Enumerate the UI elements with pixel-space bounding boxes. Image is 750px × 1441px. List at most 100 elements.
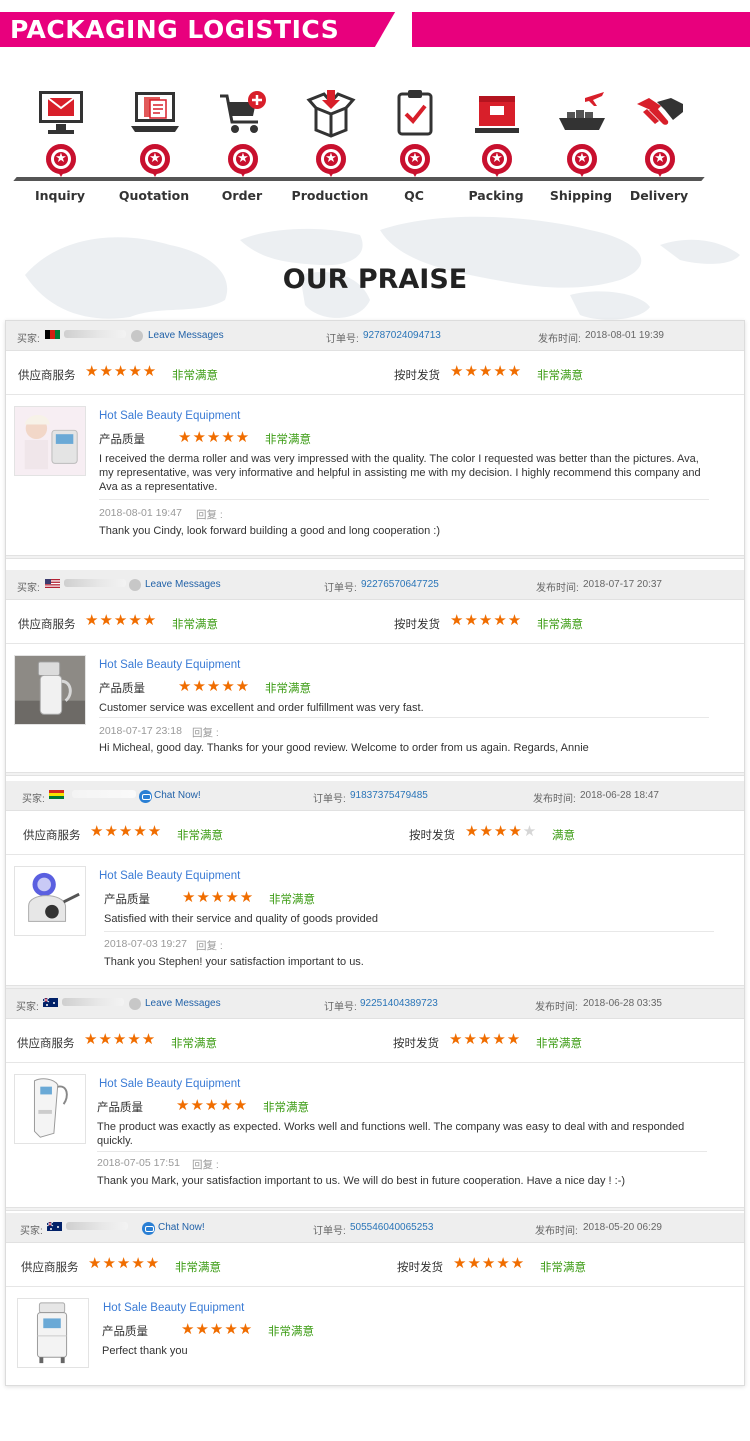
message-bubble-icon[interactable] <box>131 330 143 342</box>
product-thumbnail[interactable] <box>14 866 86 936</box>
logistics-process: ★ Inquiry ★ Quotation ★ Order ★ Producti… <box>0 80 750 220</box>
review-comment: Customer service was excellent and order… <box>99 702 424 714</box>
on-time-delivery-verdict: 非常满意 <box>537 370 583 382</box>
supplier-service-label: 供应商服务 <box>18 619 76 631</box>
supplier-service-stars: ★★★★★ <box>85 612 158 629</box>
on-time-delivery-label: 按时发货 <box>393 1038 439 1050</box>
reply-text: Thank you Stephen! your satisfaction imp… <box>104 956 364 968</box>
reply-label: 回复 : <box>192 1159 219 1171</box>
review-comment: Perfect thank you <box>102 1345 188 1357</box>
handshake-icon <box>637 98 683 125</box>
chat-now-link[interactable]: Chat Now! <box>158 1222 205 1233</box>
qc-marker: ★ <box>400 144 430 177</box>
publish-time: 2018-06-28 18:47 <box>580 790 659 801</box>
inquiry-marker: ★ <box>46 144 76 177</box>
chat-bubble-icon[interactable] <box>139 790 152 803</box>
message-bubble-icon[interactable] <box>129 579 141 591</box>
order-number[interactable]: 91837375479485 <box>350 790 428 801</box>
buyer-label: 买家: <box>22 794 45 805</box>
review-item: 买家: Leave Messages 订单号: 92251404389723 发… <box>6 989 744 1211</box>
section-header-banner: PACKAGING LOGISTICS <box>0 12 750 47</box>
supplier-service-stars: ★★★★★ <box>88 1255 161 1272</box>
order-number[interactable]: 92787024094713 <box>363 330 441 341</box>
on-time-delivery-stars: ★★★★★ <box>465 823 538 840</box>
chat-now-link[interactable]: Chat Now! <box>154 790 201 801</box>
flag-afghanistan-icon <box>45 330 60 339</box>
product-quality-verdict: 非常满意 <box>265 683 311 695</box>
supplier-service-verdict: 非常满意 <box>172 370 218 382</box>
reply-date: 2018-07-17 23:18 <box>99 725 182 737</box>
on-time-delivery-verdict: 非常满意 <box>540 1262 586 1274</box>
product-quality-stars: ★★★★★ <box>178 429 251 446</box>
on-time-delivery-stars: ★★★★★ <box>453 1255 526 1272</box>
product-thumbnail[interactable] <box>14 406 86 476</box>
product-thumbnail[interactable] <box>17 1298 89 1368</box>
product-link[interactable]: Hot Sale Beauty Equipment <box>99 410 240 422</box>
review-ratings: 供应商服务 ★★★★★ 非常满意 按时发货 ★★★★★ 非常满意 <box>6 1243 744 1287</box>
product-link[interactable]: Hot Sale Beauty Equipment <box>103 1302 244 1314</box>
review-header: 买家: Chat Now! 订单号: 91837375479485 发布时间: … <box>6 781 744 811</box>
review-ratings: 供应商服务 ★★★★★ 非常满意 按时发货 ★★★★★ 非常满意 <box>6 351 744 395</box>
product-link[interactable]: Hot Sale Beauty Equipment <box>99 1078 240 1090</box>
product-quality-verdict: 非常满意 <box>269 894 315 906</box>
supplier-service-stars: ★★★★★ <box>85 363 158 380</box>
review-divider <box>6 555 744 559</box>
review-header: 买家: Leave Messages 订单号: 92276570647725 发… <box>6 570 744 600</box>
chat-bubble-icon[interactable] <box>142 1222 155 1235</box>
review-comment: Satisfied with their service and quality… <box>104 913 378 925</box>
product-quality-stars: ★★★★★ <box>181 1321 254 1338</box>
product-quality-label: 产品质量 <box>99 434 145 446</box>
reviews-panel: 买家: Leave Messages 订单号: 92787024094713 发… <box>5 320 745 1386</box>
product-quality-label: 产品质量 <box>104 894 150 906</box>
reply-label: 回复 : <box>196 509 223 521</box>
leave-messages-link[interactable]: Leave Messages <box>148 330 224 341</box>
product-quality-label: 产品质量 <box>102 1326 148 1338</box>
on-time-delivery-label: 按时发货 <box>394 619 440 631</box>
order-number[interactable]: 505546040065253 <box>350 1222 433 1233</box>
product-thumbnail[interactable] <box>14 655 86 725</box>
production-marker: ★ <box>316 144 346 177</box>
reply-date: 2018-07-05 17:51 <box>97 1157 180 1169</box>
product-quality-label: 产品质量 <box>97 1102 143 1114</box>
reply-separator <box>97 1151 707 1152</box>
publish-time-label: 发布时间: <box>538 334 581 345</box>
review-ratings: 供应商服务 ★★★★★ 非常满意 按时发货 ★★★★★ 非常满意 <box>6 1019 744 1063</box>
review-item: 买家: Leave Messages 订单号: 92787024094713 发… <box>6 321 744 557</box>
message-bubble-icon[interactable] <box>129 998 141 1010</box>
review-header: 买家: Leave Messages 订单号: 92787024094713 发… <box>6 321 744 351</box>
review-header: 买家: Chat Now! 订单号: 505546040065253 发布时间:… <box>6 1213 744 1243</box>
buyer-label: 买家: <box>20 1226 43 1237</box>
leave-messages-link[interactable]: Leave Messages <box>145 998 221 1009</box>
flag-australia-icon <box>43 998 58 1007</box>
product-thumbnail[interactable] <box>14 1074 86 1144</box>
supplier-service-label: 供应商服务 <box>23 830 81 842</box>
product-quality-stars: ★★★★★ <box>178 678 251 695</box>
flag-bolivia-icon <box>49 790 64 799</box>
order-number[interactable]: 92251404389723 <box>360 998 438 1009</box>
product-link[interactable]: Hot Sale Beauty Equipment <box>99 870 240 882</box>
shipping-marker: ★ <box>567 144 597 177</box>
product-quality-verdict: 非常满意 <box>263 1102 309 1114</box>
praise-title: OUR PRAISE <box>282 264 468 295</box>
order-marker: ★ <box>228 144 258 177</box>
quotation-marker: ★ <box>140 144 170 177</box>
product-link[interactable]: Hot Sale Beauty Equipment <box>99 659 240 671</box>
reply-date: 2018-07-03 19:27 <box>104 938 187 950</box>
on-time-delivery-verdict: 非常满意 <box>537 619 583 631</box>
flag-usa-icon <box>45 579 60 588</box>
delivery-marker: ★ <box>645 144 675 177</box>
product-quality-stars: ★★★★★ <box>176 1097 249 1114</box>
banner-right-bar <box>412 12 750 47</box>
order-number[interactable]: 92276570647725 <box>361 579 439 590</box>
review-comment: I received the derma roller and was very… <box>99 453 701 493</box>
buyer-name-blurred <box>64 579 126 587</box>
product-quality-stars: ★★★★★ <box>182 889 255 906</box>
packing-marker: ★ <box>482 144 512 177</box>
reply-text: Thank you Cindy, look forward building a… <box>99 525 441 537</box>
reply-separator <box>99 499 709 500</box>
open-box-icon <box>306 90 356 138</box>
supplier-service-verdict: 非常满意 <box>177 830 223 842</box>
on-time-delivery-label: 按时发货 <box>394 370 440 382</box>
leave-messages-link[interactable]: Leave Messages <box>145 579 221 590</box>
publish-time-label: 发布时间: <box>535 1226 578 1237</box>
